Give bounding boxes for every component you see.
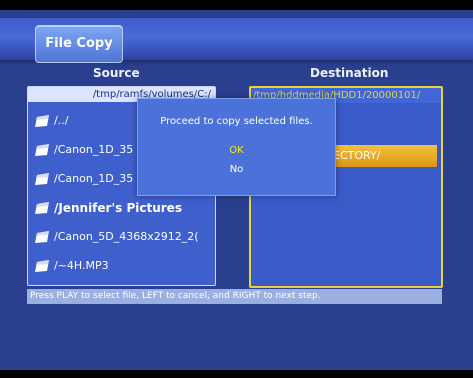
folder-icon [35, 143, 49, 156]
ok-button[interactable]: OK [138, 145, 335, 156]
destination-heading: Destination [310, 66, 389, 80]
file-name: /../ [54, 114, 69, 127]
file-name: /Canon_1D_35 [54, 143, 134, 156]
source-heading: Source [93, 66, 140, 80]
folder-icon [35, 201, 49, 214]
file-name: /Jennifer's Pictures [54, 200, 182, 215]
folder-icon [35, 172, 49, 185]
top-border [0, 0, 473, 10]
no-button[interactable]: No [138, 164, 335, 175]
list-item[interactable]: /Canon_5D_4368x2912_2( [28, 222, 215, 251]
list-item[interactable]: /Jennifer's Pictures [28, 193, 215, 222]
confirm-dialog: Proceed to copy selected files. OK No [137, 98, 336, 196]
bottom-border [0, 370, 473, 378]
file-name: /Canon_1D_35 [54, 172, 134, 185]
file-name: /~4H.MP3 [54, 259, 109, 272]
page-title: File Copy [35, 25, 123, 63]
file-name: /Canon_5D_4368x2912_2( [54, 230, 199, 243]
list-item[interactable]: /~4H.MP3 [28, 251, 215, 280]
folder-icon [35, 114, 49, 127]
help-hint-bar: Press PLAY to select file, LEFT to cance… [27, 289, 442, 304]
dialog-message: Proceed to copy selected files. [160, 116, 313, 127]
selected-directory-item[interactable]: ECTORY/ [327, 145, 437, 167]
file-icon [35, 259, 49, 272]
folder-icon [35, 230, 49, 243]
